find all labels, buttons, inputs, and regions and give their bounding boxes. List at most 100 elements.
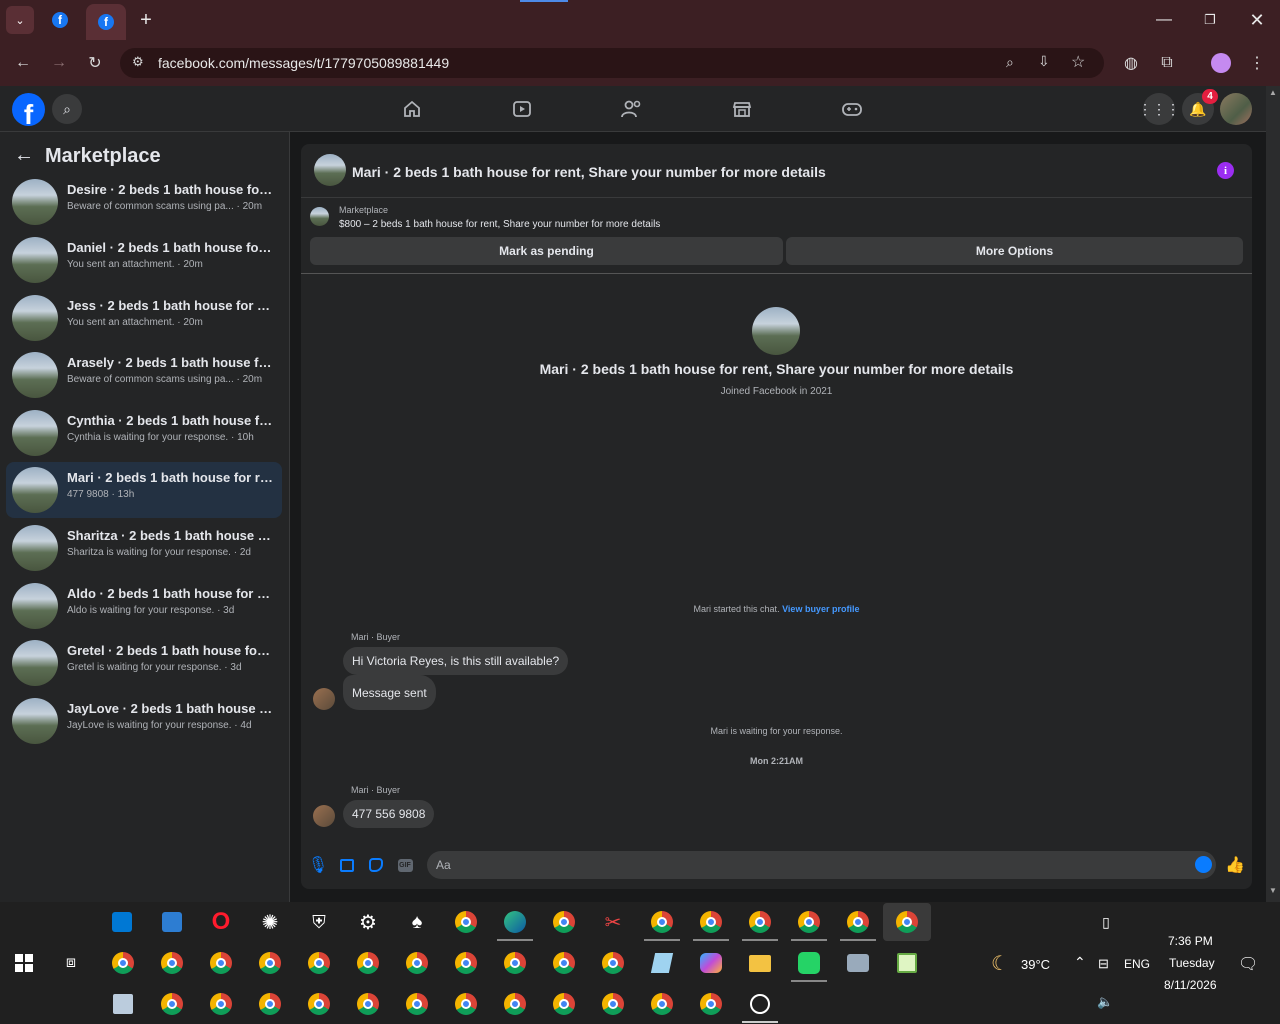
edge-icon[interactable] [501,908,529,936]
new-tab-button[interactable]: + [132,6,160,34]
sticker-button[interactable] [367,856,385,874]
scroll-up-arrow-icon[interactable]: ▲ [1269,88,1277,97]
profile-button[interactable] [1210,52,1232,74]
security-shield-icon[interactable]: ⛨ [305,908,333,936]
weather-moon-icon[interactable]: ☾ [986,949,1014,977]
nav-marketplace[interactable] [731,98,753,120]
chrome-app-icon[interactable] [550,908,578,936]
emoji-icon[interactable] [1195,856,1212,873]
tablet-mode-icon[interactable]: ▯ [1092,908,1120,936]
address-bar[interactable]: ⚙ facebook.com/messages/t/17797050898814… [120,48,1104,78]
chrome-app-icon[interactable] [452,908,480,936]
mark-as-pending-button[interactable]: Mark as pending [310,237,783,265]
facebook-logo[interactable]: f [12,93,45,126]
profile-photo[interactable] [752,307,800,355]
chrome-app-icon[interactable] [599,949,627,977]
conversation-item[interactable]: Cynthia · 2 beds 1 bath house for r... Cy… [6,405,282,461]
tab-search-button[interactable]: ⌄ [6,6,34,34]
chrome-app-icon[interactable] [697,990,725,1018]
chrome-app-icon[interactable] [403,949,431,977]
conversation-item[interactable]: Desire · 2 beds 1 bath house for re... Be… [6,174,282,230]
chrome-app-icon[interactable] [305,990,333,1018]
chrome-app-icon[interactable] [207,990,235,1018]
conversation-item[interactable]: JayLove · 2 beds 1 bath house for r... Ja… [6,693,282,749]
conversation-item[interactable]: Arasely · 2 beds 1 bath house for r... Be… [6,347,282,403]
chrome-app-icon[interactable] [452,949,480,977]
opera-icon[interactable]: O [207,908,235,936]
back-button[interactable]: ← [12,52,34,74]
minimize-button[interactable]: — [1152,8,1176,32]
scroll-down-arrow-icon[interactable]: ▼ [1269,886,1277,895]
language-indicator[interactable]: ENG [1124,957,1150,971]
chrome-app-icon[interactable] [844,908,872,936]
nav-home[interactable] [401,98,423,120]
file-explorer-icon[interactable] [746,949,774,977]
chrome-app-icon[interactable] [648,990,676,1018]
translate-button[interactable]: ◍ [1120,52,1142,74]
page-scrollbar[interactable]: ▲ ▼ [1266,86,1280,902]
view-buyer-profile-link[interactable]: View buyer profile [782,604,859,614]
account-avatar[interactable] [1220,93,1252,125]
chrome-app-icon[interactable] [501,949,529,977]
back-arrow-icon[interactable]: ← [14,144,34,167]
whatsapp-icon[interactable] [795,949,823,977]
id-card-app-icon[interactable] [109,990,137,1018]
network-icon[interactable]: ⊟ [1098,956,1109,972]
solitaire-icon[interactable]: ♠ [403,908,431,936]
chatgpt-icon[interactable]: ✺ [256,908,284,936]
copilot-icon[interactable] [697,949,725,977]
start-button[interactable] [10,949,38,977]
chrome-app-icon[interactable] [256,990,284,1018]
chrome-app-icon[interactable] [746,908,774,936]
clock-time[interactable]: 7:36 PM [1168,934,1213,948]
conversation-item[interactable]: Daniel · 2 beds 1 bath house for re... Yo… [6,232,282,288]
task-view-button[interactable]: ⧈ [57,949,85,977]
chrome-app-icon[interactable] [550,990,578,1018]
attach-photo-button[interactable] [338,856,356,874]
close-window-button[interactable]: ✕ [1245,8,1269,32]
photos-icon[interactable] [844,949,872,977]
chrome-app-icon[interactable] [501,990,529,1018]
message-bubble[interactable]: Message sent [343,675,436,710]
notification-center-icon[interactable]: 🗨 [1238,954,1258,974]
chrome-app-icon[interactable] [354,990,382,1018]
restore-button[interactable]: ❐ [1198,8,1222,32]
nav-friends[interactable] [621,98,643,120]
install-app-icon[interactable]: ⇩ [1038,53,1050,70]
buyer-avatar[interactable] [313,688,335,710]
site-settings-icon[interactable]: ⚙ [132,54,144,70]
menu-button[interactable]: ⋮⋮⋮ [1138,93,1180,125]
chrome-app-icon[interactable] [109,949,137,977]
message-input[interactable]: Aa [427,851,1216,879]
like-button[interactable]: 👍 [1225,856,1245,874]
nav-video[interactable] [511,98,533,120]
conversation-item[interactable]: Mari · 2 beds 1 bath house for rent... 47… [6,462,282,518]
recorder-icon[interactable] [746,990,774,1018]
tab-facebook-1[interactable]: f [46,6,74,34]
snipping-tool-icon[interactable]: ✂ [599,908,627,936]
microsoft-store-icon[interactable] [108,908,136,936]
chat-title[interactable]: Mari · 2 beds 1 bath house for rent, Sha… [352,164,826,180]
notepad-icon[interactable] [648,949,676,977]
chrome-app-icon-active[interactable] [893,908,921,936]
nav-gaming[interactable] [841,98,863,120]
chrome-app-icon[interactable] [403,990,431,1018]
chrome-app-icon[interactable] [256,949,284,977]
gif-button[interactable]: GIF [396,856,414,874]
conversation-item[interactable]: Jess · 2 beds 1 bath house for rent,... Y… [6,290,282,346]
voice-clip-button[interactable]: 🎙 [308,856,328,874]
conversation-item[interactable]: Gretel · 2 beds 1 bath house for re... Gr… [6,635,282,691]
chrome-app-icon[interactable] [354,949,382,977]
volume-icon[interactable]: 🔈 [1097,994,1113,1010]
conversation-item[interactable]: Aldo · 2 beds 1 bath house for rent... Al… [6,578,282,634]
chrome-app-icon[interactable] [158,990,186,1018]
search-button[interactable]: ⌕ [52,94,82,124]
chevron-up-icon[interactable]: ⌃ [1074,954,1086,971]
chrome-menu-button[interactable]: ⋮ [1246,52,1268,74]
tab-facebook-active[interactable]: f [86,4,126,40]
chrome-app-icon[interactable] [697,908,725,936]
more-options-button[interactable]: More Options [786,237,1243,265]
chrome-app-icon[interactable] [648,908,676,936]
notes-app-icon[interactable] [893,949,921,977]
reload-button[interactable]: ↻ [84,52,106,74]
